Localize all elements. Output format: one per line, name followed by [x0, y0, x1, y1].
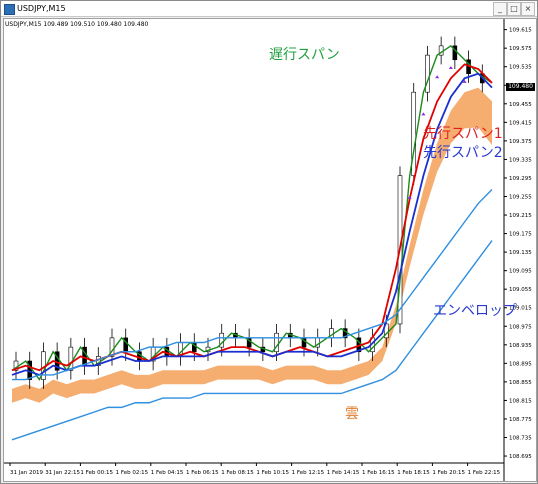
time-tick-label: 1 Feb 06:15	[186, 470, 219, 476]
time-tick-label: 1 Feb 16:15	[362, 470, 395, 476]
time-tick-label: 1 Feb 00:15	[80, 470, 113, 476]
price-tick-label: 109.135	[509, 250, 532, 256]
current-price-marker: 109.480	[506, 83, 535, 91]
chikou-annotation: 遅行スパン	[269, 47, 340, 63]
price-tick-label: 108.935	[509, 343, 532, 349]
time-tick-label: 1 Feb 18:15	[397, 470, 430, 476]
price-tick-label: 109.055	[509, 287, 532, 293]
time-tick-label: 1 Feb 02:15	[116, 470, 149, 476]
chart-canvas[interactable]: 109.615109.575109.535109.495109.455109.4…	[4, 19, 536, 481]
senkou1-annotation: 先行スパン1	[423, 126, 503, 142]
price-tick-label: 109.615	[509, 28, 532, 34]
minimize-button[interactable]: _	[493, 2, 507, 16]
price-tick-label: 109.335	[509, 157, 532, 163]
chart-symbol: USDJPY,M15	[5, 21, 42, 28]
chart-window: USDJPY,M15 _ □ × 109.615 109.575 109.535 10…	[0, 0, 538, 484]
chart-info-line: USDJPY,M15 109.489 109.510 109.480 109.4…	[5, 21, 148, 28]
price-tick-label: 109.415	[509, 120, 532, 126]
price-tick-label: 109.175	[509, 232, 532, 238]
window-titlebar[interactable]: USDJPY,M15 _ □ ×	[1, 1, 537, 17]
cloud-annotation: 雲	[345, 406, 359, 422]
price-tick-label: 109.215	[509, 213, 532, 219]
price-tick-label: 109.575	[509, 46, 532, 52]
chart-app-icon	[4, 4, 15, 15]
window-title: USDJPY,M15	[17, 4, 66, 13]
time-tick-label: 31 Jan 22:15	[45, 470, 80, 476]
senkou2-annotation: 先行スパン2	[423, 145, 503, 161]
price-tick-label: 109.455	[509, 102, 532, 108]
time-tick-label: 31 Jan 2019	[10, 470, 43, 476]
time-tick-label: 1 Feb 04:15	[151, 470, 184, 476]
time-tick-label: 1 Feb 20:15	[432, 470, 465, 476]
price-tick-label: 108.975	[509, 324, 532, 330]
time-tick-label: 1 Feb 10:15	[256, 470, 289, 476]
price-tick-label: 108.855	[509, 380, 532, 386]
maximize-button[interactable]: □	[507, 2, 521, 16]
time-tick-label: 1 Feb 08:15	[221, 470, 254, 476]
price-tick-label: 108.775	[509, 417, 532, 423]
time-tick-label: 1 Feb 12:15	[292, 470, 325, 476]
price-chart[interactable]: 109.615109.575109.535109.495109.455109.4…	[3, 18, 537, 482]
price-tick-label: 108.815	[509, 398, 532, 404]
price-tick-label: 109.095	[509, 269, 532, 275]
chart-ohlc: 109.489 109.510 109.480 109.480	[43, 21, 149, 28]
price-tick-label: 109.295	[509, 176, 532, 182]
price-tick-label: 109.255	[509, 194, 532, 200]
price-tick-label: 108.735	[509, 436, 532, 442]
price-tick-label: 108.695	[509, 454, 532, 460]
close-button[interactable]: ×	[521, 2, 535, 16]
time-tick-label: 1 Feb 22:15	[468, 470, 501, 476]
time-tick-label: 1 Feb 14:15	[327, 470, 360, 476]
price-tick-label: 109.535	[509, 65, 532, 71]
price-tick-label: 109.375	[509, 139, 532, 145]
price-tick-label: 108.895	[509, 361, 532, 367]
envelope-annotation: エンベロップ	[433, 303, 517, 319]
